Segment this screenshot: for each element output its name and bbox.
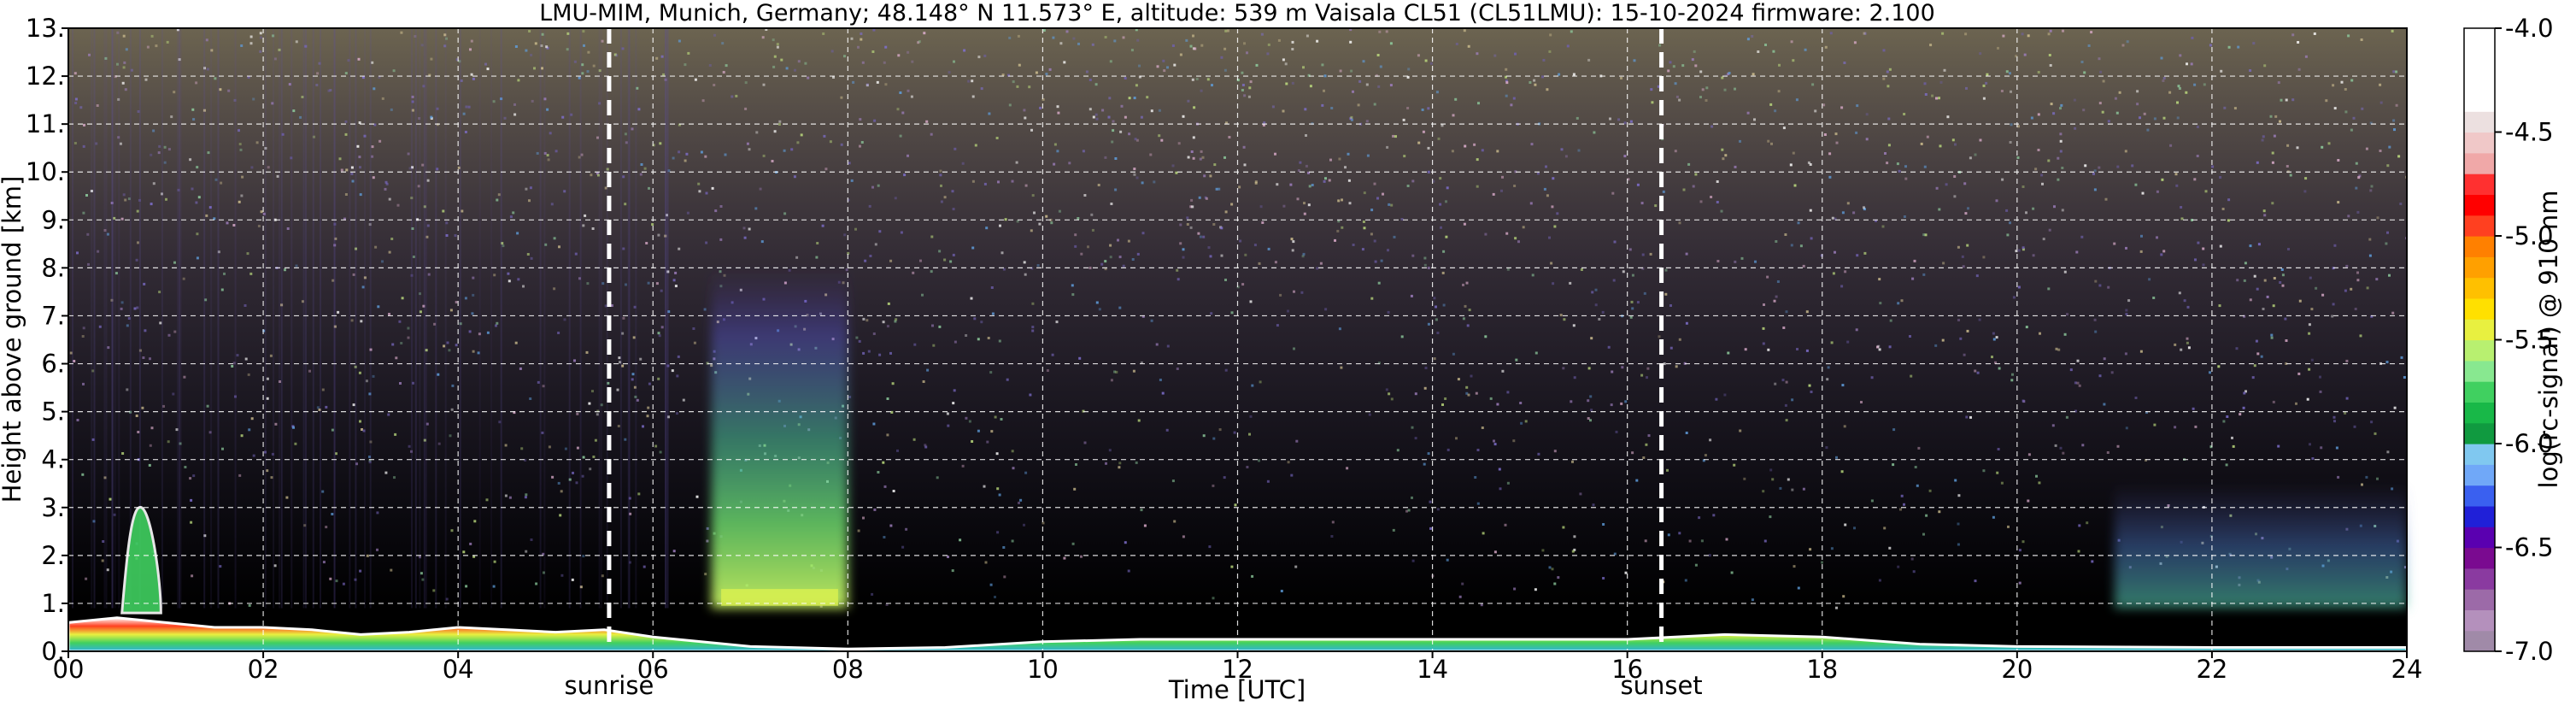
colorbar-swatch (2464, 464, 2495, 486)
colorbar-swatches (2464, 28, 2495, 652)
colorbar-swatch (2464, 444, 2495, 465)
y-tick-label: 4. (41, 445, 65, 474)
colorbar-swatch (2464, 256, 2495, 279)
y-axis: 0. 1. 2. 3. 4. 5. 6. 7. 8. 9. 10. 11. 12. 13. (26, 14, 68, 666)
colorbar-swatch (2464, 111, 2495, 133)
colorbar-tick-label: -4.5 (2505, 118, 2554, 147)
y-tick-label: 12. (26, 62, 65, 91)
colorbar-swatch (2464, 402, 2495, 424)
y-tick-label: 10. (26, 157, 65, 186)
x-tick-label: 20 (2001, 655, 2033, 684)
chart-title: LMU-MIM, Munich, Germany; 48.148° N 11.5… (539, 0, 1935, 26)
y-tick-label: 9. (41, 205, 65, 234)
y-tick-label: 3. (41, 493, 65, 522)
colorbar-swatch (2464, 568, 2495, 590)
colorbar-swatch (2464, 297, 2495, 320)
y-tick-label: 6. (41, 350, 65, 379)
ceilometer-chart: sunrise sunset00 02 04 06 08 10 12 14 16 18 20 22 24 … (0, 0, 2563, 704)
colorbar-swatch (2464, 277, 2495, 299)
colorbar-swatch (2464, 194, 2495, 216)
x-tick-label: 18 (1806, 655, 1838, 684)
colorbar-swatch (2464, 422, 2495, 444)
x-tick-label: 10 (1027, 655, 1059, 684)
aerosol-plume (711, 268, 848, 609)
colorbar-swatch (2464, 69, 2495, 91)
colorbar-swatch (2464, 485, 2495, 507)
colorbar: -7.0-6.5-6.0-5.5-5.0-4.5-4.0 log(rc-sign… (2463, 14, 2563, 666)
y-axis-label: Height above ground [km] (0, 176, 26, 503)
colorbar-swatch (2464, 547, 2495, 569)
colorbar-swatch (2464, 215, 2495, 237)
y-tick-label: 0. (41, 637, 65, 666)
y-tick-label: 13. (26, 14, 65, 43)
colorbar-swatch (2464, 49, 2495, 71)
colorbar-swatch (2464, 339, 2495, 362)
colorbar-swatch (2464, 236, 2495, 257)
y-tick-label: 1. (41, 589, 65, 618)
x-tick-label: 16 (1611, 655, 1643, 684)
night-aerosol-band (2114, 483, 2407, 609)
colorbar-swatch (2464, 360, 2495, 382)
colorbar-swatch (2464, 132, 2495, 154)
x-tick-label: 08 (832, 655, 864, 684)
y-tick-label: 11. (26, 109, 65, 138)
x-tick-label: 14 (1417, 655, 1448, 684)
x-tick-label: 24 (2391, 655, 2423, 684)
colorbar-swatch (2464, 505, 2495, 527)
colorbar-swatch (2464, 319, 2495, 341)
x-tick-label: 04 (443, 655, 474, 684)
colorbar-label: log(rc-signal) @ 910 nm (2534, 191, 2563, 489)
colorbar-swatch (2464, 28, 2495, 50)
y-tick-label: 7. (41, 301, 65, 330)
colorbar-swatch (2464, 589, 2495, 610)
plot-area (67, 27, 2409, 653)
colorbar-swatch (2464, 90, 2495, 112)
colorbar-swatch (2464, 527, 2495, 549)
x-axis-label: Time [UTC] (1168, 675, 1306, 704)
colorbar-tick-label: -6.5 (2505, 533, 2554, 562)
colorbar-swatch (2464, 609, 2495, 632)
x-tick-label: 02 (248, 655, 279, 684)
colorbar-tick-label: -4.0 (2505, 14, 2554, 43)
colorbar-swatch (2464, 152, 2495, 174)
colorbar-tick-label: -7.0 (2505, 637, 2554, 666)
colorbar-swatch (2464, 174, 2495, 195)
colorbar-swatch (2464, 381, 2495, 403)
y-tick-label: 2. (41, 541, 65, 570)
y-tick-label: 8. (41, 253, 65, 282)
x-tick-label: 06 (637, 655, 669, 684)
x-tick-label: 22 (2196, 655, 2227, 684)
colorbar-swatch (2464, 630, 2495, 652)
y-tick-label: 5. (41, 397, 65, 427)
